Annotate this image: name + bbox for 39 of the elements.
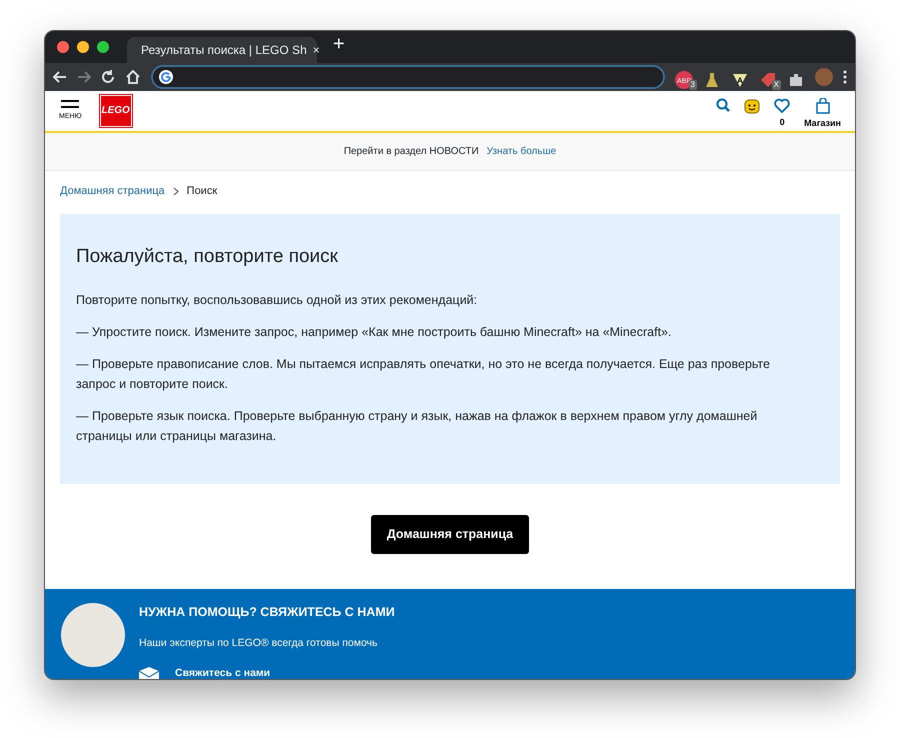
more-options-icon[interactable] — [843, 70, 847, 84]
wishlist-button[interactable]: 0 — [774, 98, 790, 128]
chevron-icon — [172, 186, 179, 196]
maximize-window-button[interactable] — [97, 41, 109, 53]
help-title: НУЖНА ПОМОЩЬ? СВЯЖИТЕСЬ С НАМИ — [139, 604, 395, 622]
extension-badge: 3 — [688, 80, 697, 90]
notice-title: Пожалуйста, повторите поиск — [76, 246, 339, 268]
notice-text: — Проверьте язык поиска. Проверьте выбранную страну и язык, нажав на флажок в верхнем правом углу домашней страницы или страницы магазина. — [76, 408, 758, 446]
address-bar[interactable] — [151, 65, 665, 90]
breadcrumb-current: Поиск — [186, 184, 218, 200]
contact-link[interactable]: Свяжитесь с нами — [139, 666, 395, 679]
notice-text: — Упростите поиск. Измените запрос, например «Как мне построить башню Minecraft» на «Minecraft». — [76, 324, 672, 342]
reload-icon[interactable] — [101, 70, 115, 84]
minifigure-head-icon[interactable] — [744, 98, 760, 114]
lego-logo[interactable]: LEGO — [100, 94, 132, 127]
notice-text: Повторите попытку, воспользовавшись одной из этих рекомендаций: — [76, 292, 478, 310]
close-window-button[interactable] — [57, 41, 69, 53]
heart-icon — [774, 98, 790, 114]
browser-tab[interactable]: Результаты поиска | LEGO Sh × — [127, 37, 317, 63]
new-tab-button[interactable]: + — [333, 31, 345, 59]
bag-button[interactable]: Магазин — [804, 98, 841, 130]
menu-icon — [61, 100, 80, 108]
tag-icon[interactable] — [759, 70, 777, 89]
minimize-window-button[interactable] — [77, 41, 89, 53]
tab-title: Результаты поиска | LEGO Sh — [141, 42, 307, 59]
home-page-button[interactable]: Домашняя страница — [370, 515, 530, 554]
close-tab-button[interactable]: × — [312, 41, 320, 59]
breadcrumb-link[interactable]: Домашняя страница — [60, 183, 165, 200]
shopping-bag-icon — [816, 98, 830, 114]
home-icon[interactable] — [125, 70, 141, 84]
back-icon[interactable] — [53, 70, 67, 84]
extension-badge: X — [772, 80, 781, 90]
help-subtitle: Наши эксперты по LEGO® всегда готовы помочь — [139, 636, 378, 651]
learn-more-link[interactable]: Узнать больше — [486, 144, 556, 159]
notice-text: — Проверьте правописание слов. Мы пытаемся исправлять опечатки, но это не всегда получается. Еще раз проверьте запрос и повторите поиск. — [76, 356, 771, 394]
news-text: Перейти в раздел НОВОСТИ — [344, 144, 479, 159]
google-icon — [159, 70, 173, 84]
flask-icon[interactable] — [703, 70, 721, 89]
search-icon[interactable] — [716, 98, 730, 112]
